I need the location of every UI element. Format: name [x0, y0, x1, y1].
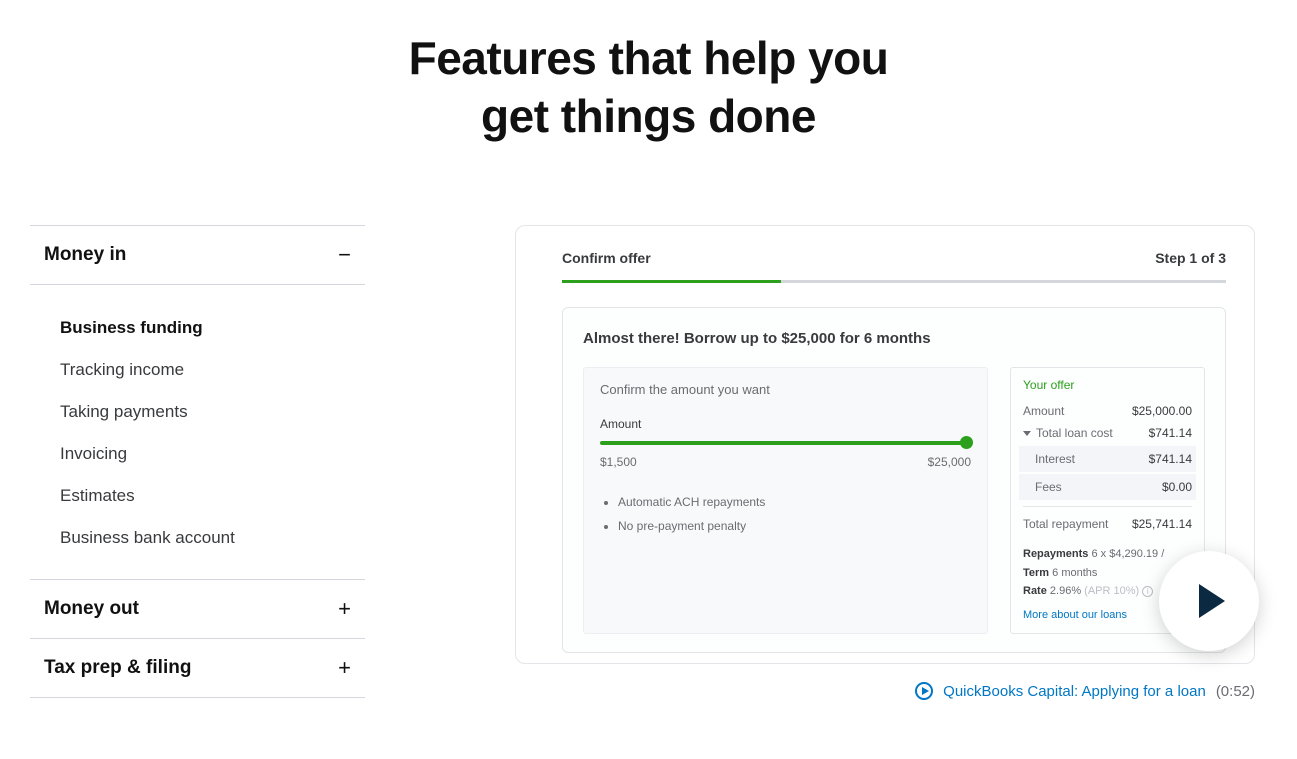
page-title: Features that help you get things done [0, 30, 1297, 145]
title-line-1: Features that help you [409, 32, 889, 84]
accordion-label: Money in [44, 244, 126, 266]
sidebar-item-business-bank-account[interactable]: Business bank account [30, 517, 365, 559]
chevron-down-icon [1023, 431, 1031, 436]
offer-amount-label: Amount [1023, 404, 1064, 418]
bullet-item: Automatic ACH repayments [618, 495, 971, 509]
offer-heading: Almost there! Borrow up to $25,000 for 6… [583, 330, 1205, 347]
offer-total-cost-value: $741.14 [1149, 426, 1192, 440]
amount-slider[interactable] [600, 441, 971, 445]
sidebar-item-tracking-income[interactable]: Tracking income [30, 349, 365, 391]
accordion-body-money-in: Business funding Tracking income Taking … [30, 284, 365, 579]
sidebar-item-invoicing[interactable]: Invoicing [30, 433, 365, 475]
accordion-section-money-out: Money out + [30, 579, 365, 638]
accordion-header-money-in[interactable]: Money in − [30, 226, 365, 284]
amount-label: Amount [600, 417, 971, 431]
offer-title: Your offer [1023, 378, 1192, 392]
offer-amount-value: $25,000.00 [1132, 404, 1192, 418]
play-circle-icon[interactable] [915, 682, 933, 700]
step-indicator: Step 1 of 3 [1155, 250, 1226, 266]
offer-interest-label: Interest [1023, 452, 1075, 466]
confirm-amount-label: Confirm the amount you want [600, 382, 971, 397]
divider [1023, 506, 1192, 507]
offer-fees-label: Fees [1023, 480, 1062, 494]
accordion-header-money-out[interactable]: Money out + [30, 580, 365, 638]
more-about-loans-link[interactable]: More about our loans [1023, 609, 1127, 621]
slider-knob-icon[interactable] [960, 436, 973, 449]
offer-total-repay-label: Total repayment [1023, 517, 1108, 531]
offer-interest-value: $741.14 [1149, 452, 1192, 466]
bullet-item: No pre-payment penalty [618, 519, 971, 533]
slider-max: $25,000 [928, 455, 971, 469]
plus-icon: + [338, 598, 351, 620]
plus-icon: + [338, 657, 351, 679]
progress-bar [562, 280, 1226, 283]
progress-fill [562, 280, 781, 283]
offer-fees-value: $0.00 [1162, 480, 1192, 494]
video-preview-card: Confirm offer Step 1 of 3 Almost there! … [515, 225, 1255, 664]
accordion-label: Tax prep & filing [44, 657, 191, 679]
feature-main: Confirm offer Step 1 of 3 Almost there! … [385, 225, 1297, 700]
slider-range: $1,500 $25,000 [600, 455, 971, 469]
amount-panel: Confirm the amount you want Amount $1,50… [583, 367, 988, 634]
sidebar-item-business-funding[interactable]: Business funding [30, 307, 365, 349]
sidebar-item-taking-payments[interactable]: Taking payments [30, 391, 365, 433]
accordion-header-tax-prep[interactable]: Tax prep & filing + [30, 639, 365, 697]
offer-card: Almost there! Borrow up to $25,000 for 6… [562, 307, 1226, 653]
minus-icon: − [338, 244, 351, 266]
accordion-section-tax-prep: Tax prep & filing + [30, 638, 365, 698]
play-button[interactable] [1159, 551, 1259, 651]
offer-total-repay-value: $25,741.14 [1132, 517, 1192, 531]
info-icon[interactable]: i [1142, 586, 1153, 597]
feature-bullets: Automatic ACH repayments No pre-payment … [600, 495, 971, 533]
accordion-section-money-in: Money in − Business funding Tracking inc… [30, 225, 365, 579]
video-meta-row: QuickBooks Capital: Applying for a loan … [515, 682, 1255, 700]
slider-min: $1,500 [600, 455, 637, 469]
card-header-title: Confirm offer [562, 250, 651, 266]
video-duration: (0:52) [1216, 683, 1255, 700]
card-header: Confirm offer Step 1 of 3 [562, 250, 1226, 266]
accordion-label: Money out [44, 598, 139, 620]
feature-sidebar: Money in − Business funding Tracking inc… [0, 225, 385, 700]
video-title-link[interactable]: QuickBooks Capital: Applying for a loan [943, 683, 1206, 700]
title-line-2: get things done [481, 90, 816, 142]
sidebar-item-estimates[interactable]: Estimates [30, 475, 365, 517]
offer-total-cost-label: Total loan cost [1023, 426, 1113, 440]
play-icon [1199, 584, 1225, 618]
